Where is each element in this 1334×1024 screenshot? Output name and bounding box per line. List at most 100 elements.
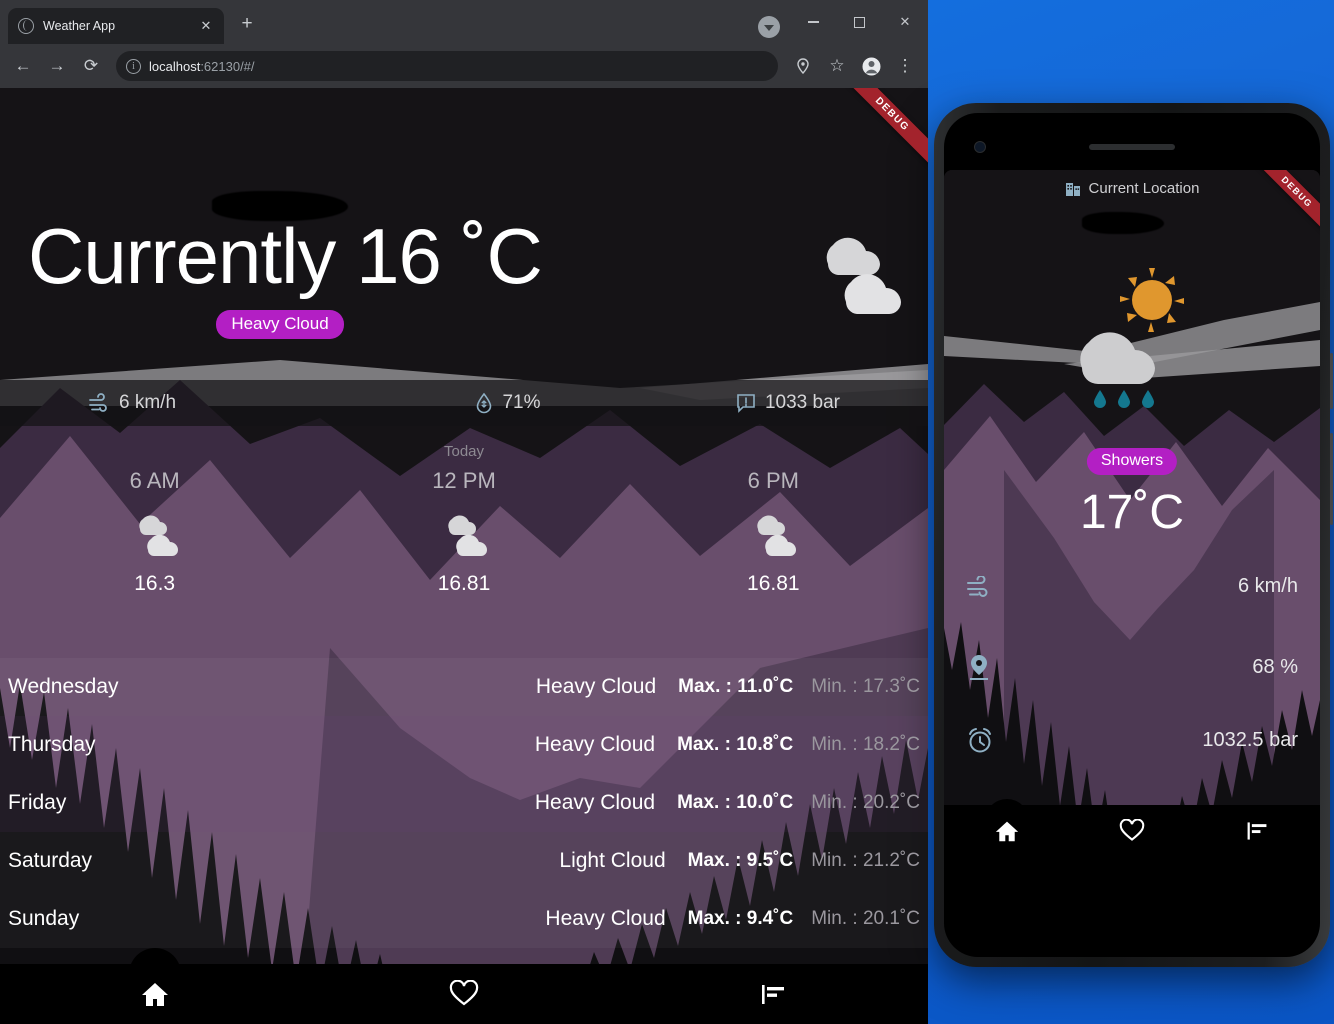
maximize-button[interactable] <box>836 0 882 44</box>
heavy-cloud-icon <box>309 508 618 562</box>
close-icon[interactable]: ✕ <box>198 18 214 34</box>
forecast-day: Saturday <box>8 849 93 872</box>
forecast-desc: Heavy Cloud <box>545 907 666 930</box>
forecast-min: Min. : 20.2˚C <box>811 792 920 813</box>
browser-window: Weather App ✕ + ✕ ← → ⟳ i localhost:6213… <box>0 0 928 1024</box>
phone-volume-button[interactable] <box>1330 433 1333 525</box>
table-row[interactable]: Thursday Heavy Cloud Max. : 10.8˚C Min. … <box>0 716 928 774</box>
window-controls: ✕ <box>790 0 928 44</box>
heavy-cloud-icon <box>619 508 928 562</box>
phone-power-button[interactable] <box>1330 353 1333 409</box>
url-path: :62130/#/ <box>200 58 255 74</box>
current-location[interactable]: Current Location <box>944 180 1320 197</box>
info-icon[interactable]: i <box>126 58 141 74</box>
browser-tab[interactable]: Weather App ✕ <box>8 8 224 44</box>
nav-favorites-button[interactable] <box>309 964 618 1024</box>
table-row[interactable]: Saturday Light Cloud Max. : 9.5˚C Min. :… <box>0 832 928 890</box>
phone-app-viewport: DEBUG Current Location Showers 17˚C 6 km… <box>944 170 1320 889</box>
building-icon <box>1065 183 1080 196</box>
back-icon[interactable]: ← <box>8 51 38 81</box>
forecast-min: Min. : 21.2˚C <box>811 850 920 871</box>
tab-strip: Weather App ✕ + ✕ <box>0 0 928 44</box>
minimize-button[interactable] <box>790 0 836 44</box>
forecast-day: Friday <box>8 791 67 814</box>
forecast-max: Max. : 11.0˚C <box>678 676 794 697</box>
stat-wind-value: 6 km/h <box>119 392 177 413</box>
forecast-desc: Heavy Cloud <box>535 675 657 698</box>
browser-toolbar: ← → ⟳ i localhost:62130/#/ ☆ ⋮ <box>0 44 928 88</box>
alarm-clock-icon <box>969 728 991 753</box>
hourly-temp: 16.81 <box>437 572 491 595</box>
globe-icon <box>18 18 34 34</box>
url-host: localhost <box>149 58 201 74</box>
forecast-max: Max. : 9.5˚C <box>687 850 794 871</box>
forecast-day: Thursday <box>8 733 96 756</box>
phone-stat-humidity-value: 68 % <box>1252 655 1298 678</box>
hourly-item[interactable]: 6 AM 16.3 <box>0 468 309 596</box>
forecast-max: Max. : 9.4˚C <box>687 908 794 929</box>
wind-icon <box>89 393 107 412</box>
forward-icon[interactable]: → <box>42 51 72 81</box>
phone-stat-pressure-value: 1032.5 bar <box>1202 728 1298 751</box>
stat-pressure-value: 1033 bar <box>764 392 840 413</box>
new-tab-button[interactable]: + <box>234 13 260 37</box>
hourly-row: 6 AM 16.3 12 PM 16.81 6 PM 16.81 <box>0 468 928 596</box>
pressure-icon <box>737 394 755 413</box>
stat-humidity-value: 71% <box>502 392 541 413</box>
menu-icon[interactable]: ⋮ <box>890 51 920 81</box>
address-bar[interactable]: i localhost:62130/#/ <box>116 51 778 81</box>
forecast-max: Max. : 10.8˚C <box>677 734 794 755</box>
forecast-min: Min. : 18.2˚C <box>811 734 920 755</box>
chart-bars-icon <box>1247 822 1267 840</box>
table-row[interactable]: Friday Heavy Cloud Max. : 10.0˚C Min. : … <box>0 774 928 832</box>
hourly-item[interactable]: 6 PM 16.81 <box>619 468 928 596</box>
redaction-scribble <box>1082 212 1164 234</box>
redaction-scribble <box>212 191 348 221</box>
condition-chip[interactable]: Showers <box>1086 448 1178 475</box>
forecast-desc: Heavy Cloud <box>534 791 656 814</box>
nav-chart-button[interactable] <box>619 964 928 1024</box>
bookmark-star-icon[interactable]: ☆ <box>822 51 852 81</box>
home-icon <box>995 821 1018 842</box>
phone-stat-pressure: 1032.5 bar <box>944 726 1320 754</box>
table-row[interactable]: Wednesday Heavy Cloud Max. : 11.0˚C Min.… <box>0 658 928 716</box>
humidity-drop-icon <box>477 392 492 414</box>
heavy-cloud-icon <box>826 237 901 314</box>
stat-humidity: 71% <box>368 380 648 426</box>
close-window-button[interactable]: ✕ <box>882 0 928 44</box>
hourly-forecast: Today 6 AM 16.3 12 PM 16.81 6 PM 16.81 <box>0 443 928 596</box>
phone-stat-wind: 6 km/h <box>944 575 1320 598</box>
heart-icon <box>1119 819 1145 841</box>
nav-home-button[interactable] <box>944 799 1069 843</box>
phone-device: DEBUG Current Location Showers 17˚C 6 km… <box>934 103 1333 967</box>
weather-app-viewport: DEBUG Currently 16 ˚C Heavy Cloud 6 km/h… <box>0 88 928 1024</box>
hourly-temp: 16.81 <box>747 572 800 595</box>
phone-temperature: 17˚C <box>1079 486 1185 539</box>
condition-chip[interactable]: Heavy Cloud <box>216 309 344 339</box>
home-icon <box>141 983 168 1006</box>
page-title: Currently 16 ˚C <box>28 212 543 300</box>
profile-avatar-icon[interactable] <box>856 51 886 81</box>
nav-favorites-button[interactable] <box>1069 819 1194 843</box>
nav-home-button[interactable] <box>0 948 309 1024</box>
reload-icon[interactable]: ⟳ <box>76 51 106 81</box>
table-row[interactable]: Sunday Heavy Cloud Max. : 9.4˚C Min. : 2… <box>0 890 928 948</box>
location-pin-icon[interactable] <box>788 51 818 81</box>
hourly-item[interactable]: 12 PM 16.81 <box>309 468 618 596</box>
forecast-max: Max. : 10.0˚C <box>677 792 794 813</box>
current-stats-bar: 6 km/h 71% 1033 bar <box>0 380 928 426</box>
current-location-label: Current Location <box>1088 180 1200 197</box>
location-pin-icon <box>970 655 988 680</box>
heart-icon <box>449 980 479 1006</box>
heavy-cloud-icon <box>0 508 309 562</box>
nav-chart-button[interactable] <box>1195 819 1320 843</box>
chevron-down-icon[interactable] <box>758 16 780 38</box>
showers-icon <box>1080 268 1184 408</box>
forecast-min: Min. : 17.3˚C <box>811 676 920 697</box>
tab-title: Weather App <box>43 19 116 33</box>
screen: Weather App ✕ + ✕ ← → ⟳ i localhost:6213… <box>0 0 1334 1024</box>
stat-pressure: 1033 bar <box>648 380 928 426</box>
phone-stat-wind-value: 6 km/h <box>1237 575 1298 597</box>
hourly-time: 6 PM <box>747 468 799 493</box>
wind-icon <box>967 575 988 597</box>
